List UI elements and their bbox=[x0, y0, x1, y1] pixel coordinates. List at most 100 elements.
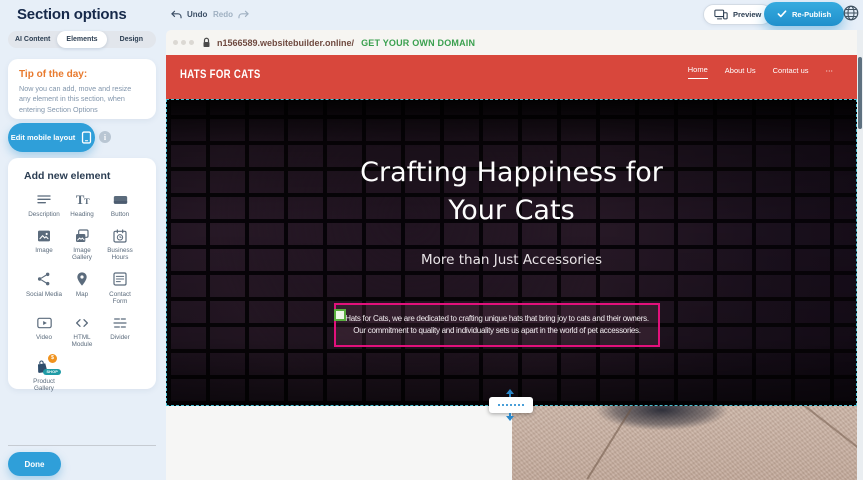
add-new-element-card: Add new element Description TT Heading B… bbox=[8, 158, 156, 389]
undo-button[interactable]: Undo bbox=[170, 9, 207, 20]
tab-label: Design bbox=[120, 36, 143, 43]
image-icon bbox=[36, 227, 52, 244]
add-element-title: Add new element bbox=[24, 170, 156, 182]
tab-elements[interactable]: Elements bbox=[57, 31, 106, 48]
element-label: Video bbox=[36, 334, 52, 341]
video-icon bbox=[36, 314, 53, 331]
nav-link-about-us[interactable]: About Us bbox=[725, 66, 756, 79]
element-label: Social Media bbox=[26, 291, 62, 298]
page-title: Section options bbox=[17, 6, 127, 23]
undo-icon bbox=[170, 9, 183, 20]
hero-paragraph: Hats for Cats, we are dedicated to craft… bbox=[344, 313, 650, 338]
info-icon[interactable]: i bbox=[99, 131, 111, 143]
contact-form-icon bbox=[112, 271, 128, 288]
add-element-video[interactable]: Video bbox=[25, 314, 63, 348]
tip-of-the-day-card: Tip of the day: Now you can add, move an… bbox=[8, 59, 156, 119]
add-element-heading[interactable]: TT Heading bbox=[63, 191, 101, 218]
carpet-seam bbox=[587, 406, 641, 480]
add-element-image[interactable]: Image bbox=[25, 227, 63, 261]
share-icon bbox=[36, 271, 52, 288]
language-globe-button[interactable] bbox=[842, 4, 860, 22]
redo-icon bbox=[237, 9, 250, 20]
add-element-contact-form[interactable]: Contact Form bbox=[101, 271, 139, 305]
element-label: Image Gallery bbox=[63, 247, 101, 261]
element-label: Contact Form bbox=[101, 291, 139, 305]
preview-button[interactable]: Preview bbox=[703, 4, 772, 25]
element-label: Description bbox=[28, 211, 60, 218]
new-badge-dot: $ bbox=[48, 354, 57, 363]
website-builder-app: Section options Undo Redo Preview Re-Pub… bbox=[0, 0, 863, 480]
tip-title: Tip of the day: bbox=[19, 69, 144, 80]
republish-label: Re-Publish bbox=[792, 10, 831, 19]
add-element-divider[interactable]: Divider bbox=[101, 314, 139, 348]
add-element-html-module[interactable]: HTML Module bbox=[63, 314, 101, 348]
tab-ai-content[interactable]: AI Content bbox=[8, 31, 57, 48]
done-label: Done bbox=[25, 460, 45, 469]
site-header: HATS FOR CATS Home About Us Contact us ⋯ bbox=[166, 55, 857, 99]
add-element-description[interactable]: Description bbox=[25, 191, 63, 218]
add-element-button[interactable]: Button bbox=[101, 191, 139, 218]
redo-button[interactable]: Redo bbox=[213, 9, 250, 20]
add-element-product-gallery[interactable]: $ SHOP Product Gallery bbox=[25, 358, 63, 392]
panel-tabs: AI Content Elements Design bbox=[8, 31, 156, 48]
element-grid: Description TT Heading Button Image bbox=[25, 191, 156, 392]
grip-dots-icon bbox=[498, 404, 524, 406]
site-nav: Home About Us Contact us ⋯ bbox=[688, 65, 833, 79]
edit-mobile-layout-button[interactable]: Edit mobile layout bbox=[8, 123, 95, 152]
selection-handle[interactable] bbox=[334, 309, 346, 321]
element-label: Button bbox=[111, 211, 129, 218]
map-pin-icon bbox=[74, 271, 90, 288]
preview-scrollbar-thumb[interactable] bbox=[858, 57, 862, 129]
heading-icon: TT bbox=[74, 191, 91, 208]
section-resize-handle[interactable] bbox=[489, 397, 533, 413]
arrow-up-icon bbox=[506, 389, 514, 394]
tip-body: Now you can add, move and resize any ele… bbox=[19, 84, 144, 115]
tab-design[interactable]: Design bbox=[107, 31, 156, 48]
browser-address-bar: n1566589.websitebuilder.online/ GET YOUR… bbox=[166, 30, 857, 55]
devices-icon bbox=[714, 9, 728, 20]
image-gallery-icon bbox=[74, 227, 90, 244]
element-label: Image bbox=[35, 247, 53, 254]
edit-mobile-label: Edit mobile layout bbox=[11, 133, 76, 142]
check-icon bbox=[777, 10, 787, 18]
next-section-carpet-image bbox=[512, 406, 857, 480]
site-logo[interactable]: HATS FOR CATS bbox=[180, 67, 261, 81]
svg-text:T: T bbox=[83, 196, 89, 206]
code-icon bbox=[74, 314, 90, 331]
business-hours-icon bbox=[112, 227, 128, 244]
hero-heading[interactable]: Crafting Happiness for Your Cats bbox=[167, 154, 856, 231]
product-gallery-icon: $ SHOP bbox=[34, 358, 54, 375]
globe-icon bbox=[842, 4, 860, 22]
arrow-down-icon bbox=[506, 416, 514, 421]
panel-divider bbox=[8, 445, 156, 446]
mobile-phone-icon bbox=[81, 131, 92, 144]
add-element-business-hours[interactable]: Business Hours bbox=[101, 227, 139, 261]
lock-icon bbox=[202, 37, 211, 48]
shop-badge: SHOP bbox=[43, 369, 61, 375]
nav-more-icon[interactable]: ⋯ bbox=[826, 66, 834, 79]
add-element-image-gallery[interactable]: Image Gallery bbox=[63, 227, 101, 261]
add-element-map[interactable]: Map bbox=[63, 271, 101, 305]
element-label: HTML Module bbox=[63, 334, 101, 348]
redo-label: Redo bbox=[213, 10, 233, 19]
tab-label: AI Content bbox=[15, 36, 50, 43]
next-section-background bbox=[166, 406, 512, 480]
nav-link-home[interactable]: Home bbox=[688, 65, 708, 79]
window-dots-icon bbox=[173, 40, 194, 45]
element-label: Heading bbox=[70, 211, 93, 218]
element-label: Divider bbox=[110, 334, 130, 341]
preview-label: Preview bbox=[733, 10, 761, 19]
element-label: Product Gallery bbox=[25, 378, 63, 392]
tab-label: Elements bbox=[66, 36, 97, 43]
done-button[interactable]: Done bbox=[8, 452, 61, 476]
hero-heading-text: Crafting Happiness for Your Cats bbox=[339, 154, 684, 231]
hero-section[interactable]: Crafting Happiness for Your Cats More th… bbox=[166, 99, 857, 406]
get-your-own-domain-link[interactable]: GET YOUR OWN DOMAIN bbox=[361, 38, 475, 48]
nav-link-contact-us[interactable]: Contact us bbox=[773, 66, 809, 79]
republish-button[interactable]: Re-Publish bbox=[764, 2, 844, 26]
add-element-social-media[interactable]: Social Media bbox=[25, 271, 63, 305]
element-label: Business Hours bbox=[101, 247, 139, 261]
divider-icon bbox=[112, 314, 128, 331]
selected-paragraph-element[interactable]: Hats for Cats, we are dedicated to craft… bbox=[334, 303, 660, 347]
hero-subheading[interactable]: More than Just Accessories bbox=[167, 252, 856, 268]
